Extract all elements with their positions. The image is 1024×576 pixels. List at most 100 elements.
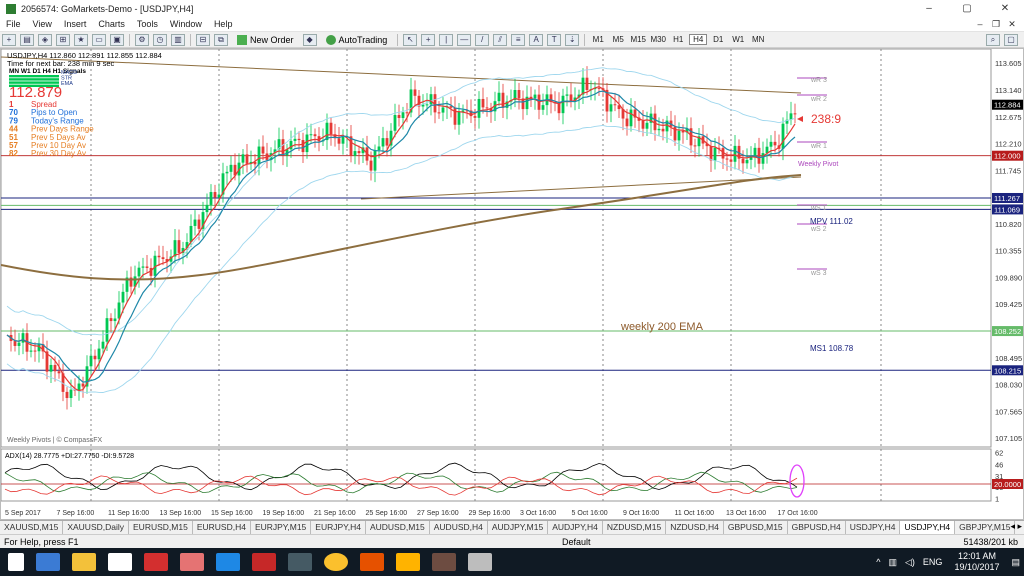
chart-tab[interactable]: GBPUSD,M15 [724, 520, 788, 535]
chart-tab[interactable]: NZDUSD,H4 [666, 520, 724, 535]
navigator-icon[interactable]: ★ [74, 33, 88, 46]
timeframe-m30[interactable]: M30 [649, 35, 667, 44]
maximize-button[interactable]: ▢ [948, 0, 986, 17]
chrome-icon[interactable] [324, 553, 348, 571]
network-icon[interactable]: ▥ [888, 557, 897, 568]
crosshair-icon[interactable]: + [421, 33, 436, 46]
candle-body [405, 112, 409, 114]
menu-view[interactable]: View [27, 19, 58, 29]
ws2-label: wS 2 [810, 226, 827, 233]
file-explorer-icon[interactable] [72, 553, 96, 571]
timeframe-m1[interactable]: M1 [589, 35, 607, 44]
chart-tab[interactable]: AUDUSD,M15 [366, 520, 430, 535]
search-icon[interactable]: ⌕ [986, 34, 1000, 46]
chart-tab[interactable]: USDJPY,H4 [846, 520, 901, 535]
profiles-icon[interactable]: ▤ [20, 33, 34, 46]
chart-tab[interactable]: XAUUSD,M15 [0, 520, 64, 535]
layout-icon[interactable]: ⊟ [196, 33, 210, 46]
clock[interactable]: 12:01 AM 19/10/2017 [954, 551, 999, 573]
trendline-icon[interactable]: / [475, 33, 490, 46]
timeframe-mn[interactable]: MN [749, 35, 767, 44]
chart-tab[interactable]: USDJPY,H4 [900, 520, 956, 535]
time-axis-label: 21 Sep 16:00 [314, 510, 356, 517]
app-icon[interactable] [360, 553, 384, 571]
notifications-icon[interactable]: ▤ [1011, 557, 1020, 568]
new-chart-icon[interactable]: + [2, 33, 16, 46]
vertical-line-icon[interactable]: | [439, 33, 454, 46]
menu-file[interactable]: File [0, 19, 27, 29]
window-tile-icon[interactable]: ⧉ [214, 33, 228, 46]
chart-tab[interactable]: XAUUSD,Daily [63, 520, 130, 535]
history-icon[interactable]: ◷ [153, 33, 167, 46]
options-icon[interactable]: ⚙ [135, 33, 149, 46]
menu-insert[interactable]: Insert [58, 19, 93, 29]
chart-tab[interactable]: EURUSD,M15 [129, 520, 193, 535]
new-order-button[interactable]: New Order [232, 33, 299, 46]
chart-tab[interactable]: GBPJPY,M15 [955, 520, 1016, 535]
timeframe-h4[interactable]: H4 [689, 34, 708, 45]
language-indicator[interactable]: ENG [923, 557, 943, 567]
horizontal-line-icon[interactable]: — [457, 33, 472, 46]
clock-time: 12:01 AM [957, 551, 996, 561]
price-chart[interactable]: 113.605 113.140 112.675 112.210 111.745 111.2… [1, 49, 1023, 519]
chart-tab[interactable]: EURJPY,M15 [251, 520, 312, 535]
data-window-icon[interactable]: ⊞ [56, 33, 70, 46]
candle-body [241, 154, 245, 163]
timeframe-m5[interactable]: M5 [609, 35, 627, 44]
cursor-icon[interactable]: ↖ [403, 33, 418, 46]
close-button[interactable]: ✕ [986, 0, 1024, 17]
start-icon[interactable] [8, 553, 24, 571]
volume-icon[interactable]: ◁) [905, 557, 915, 568]
tray-arrow-icon[interactable]: ^ [876, 557, 880, 567]
chart-type-icon[interactable]: ▥ [171, 33, 185, 46]
candle-body [373, 150, 377, 171]
mdi-close-button[interactable]: ✕ [1004, 17, 1020, 32]
menu-help[interactable]: Help [208, 19, 239, 29]
chart-tab[interactable]: AUDJPY,M15 [488, 520, 549, 535]
chart-tab[interactable]: EURUSD,H4 [193, 520, 251, 535]
mdi-minimize-button[interactable]: – [972, 17, 988, 32]
arrow-tool-icon[interactable]: ⇣ [565, 33, 580, 46]
timeframe-m15[interactable]: M15 [629, 35, 647, 44]
minimize-button[interactable]: – [910, 0, 948, 17]
calculator-icon[interactable] [468, 553, 492, 571]
menu-tools[interactable]: Tools [131, 19, 164, 29]
store-icon[interactable] [108, 553, 132, 571]
chart-tab[interactable]: AUDUSD,H4 [430, 520, 488, 535]
tab-scroll-arrows[interactable]: ◂ ▸ [1010, 521, 1022, 532]
candle-body [557, 103, 561, 114]
timeframe-h1[interactable]: H1 [669, 35, 687, 44]
timeframe-w1[interactable]: W1 [729, 35, 747, 44]
channel-icon[interactable]: ⫽ [493, 33, 508, 46]
app-icon[interactable] [432, 553, 456, 571]
chart-tab[interactable]: GBPUSD,H4 [788, 520, 846, 535]
chart-tab[interactable]: AUDJPY,H4 [548, 520, 603, 535]
timeframe-d1[interactable]: D1 [709, 35, 727, 44]
paint-icon[interactable] [180, 553, 204, 571]
candle-body [745, 159, 749, 164]
label-icon[interactable]: T [547, 33, 562, 46]
mdi-restore-button[interactable]: ❐ [988, 17, 1004, 32]
chart-tab[interactable]: NZDUSD,M15 [603, 520, 667, 535]
menu-window[interactable]: Window [164, 19, 208, 29]
strategy-tester-icon[interactable]: ▣ [110, 33, 124, 46]
chart-tab[interactable]: EURJPY,H4 [311, 520, 366, 535]
text-icon[interactable]: A [529, 33, 544, 46]
menu-charts[interactable]: Charts [92, 19, 131, 29]
media-icon[interactable] [252, 553, 276, 571]
autotrading-button[interactable]: AutoTrading [321, 33, 393, 46]
market-watch-icon[interactable]: ◈ [38, 33, 52, 46]
chat-icon[interactable]: ▢ [1004, 34, 1018, 46]
candle-body [17, 342, 21, 346]
edge-icon[interactable] [36, 553, 60, 571]
fibonacci-icon[interactable]: ≡ [511, 33, 526, 46]
terminal-icon[interactable]: ▭ [92, 33, 106, 46]
k-app-icon[interactable] [144, 553, 168, 571]
candle-body [657, 128, 661, 131]
candle-body [541, 105, 545, 110]
folder-icon[interactable] [396, 553, 420, 571]
chart-window[interactable]: 113.605 113.140 112.675 112.210 111.745 111.2… [0, 48, 1024, 520]
metatrader-icon[interactable] [288, 553, 312, 571]
expert-icon[interactable]: ◆ [302, 33, 317, 46]
shield-icon[interactable] [216, 553, 240, 571]
